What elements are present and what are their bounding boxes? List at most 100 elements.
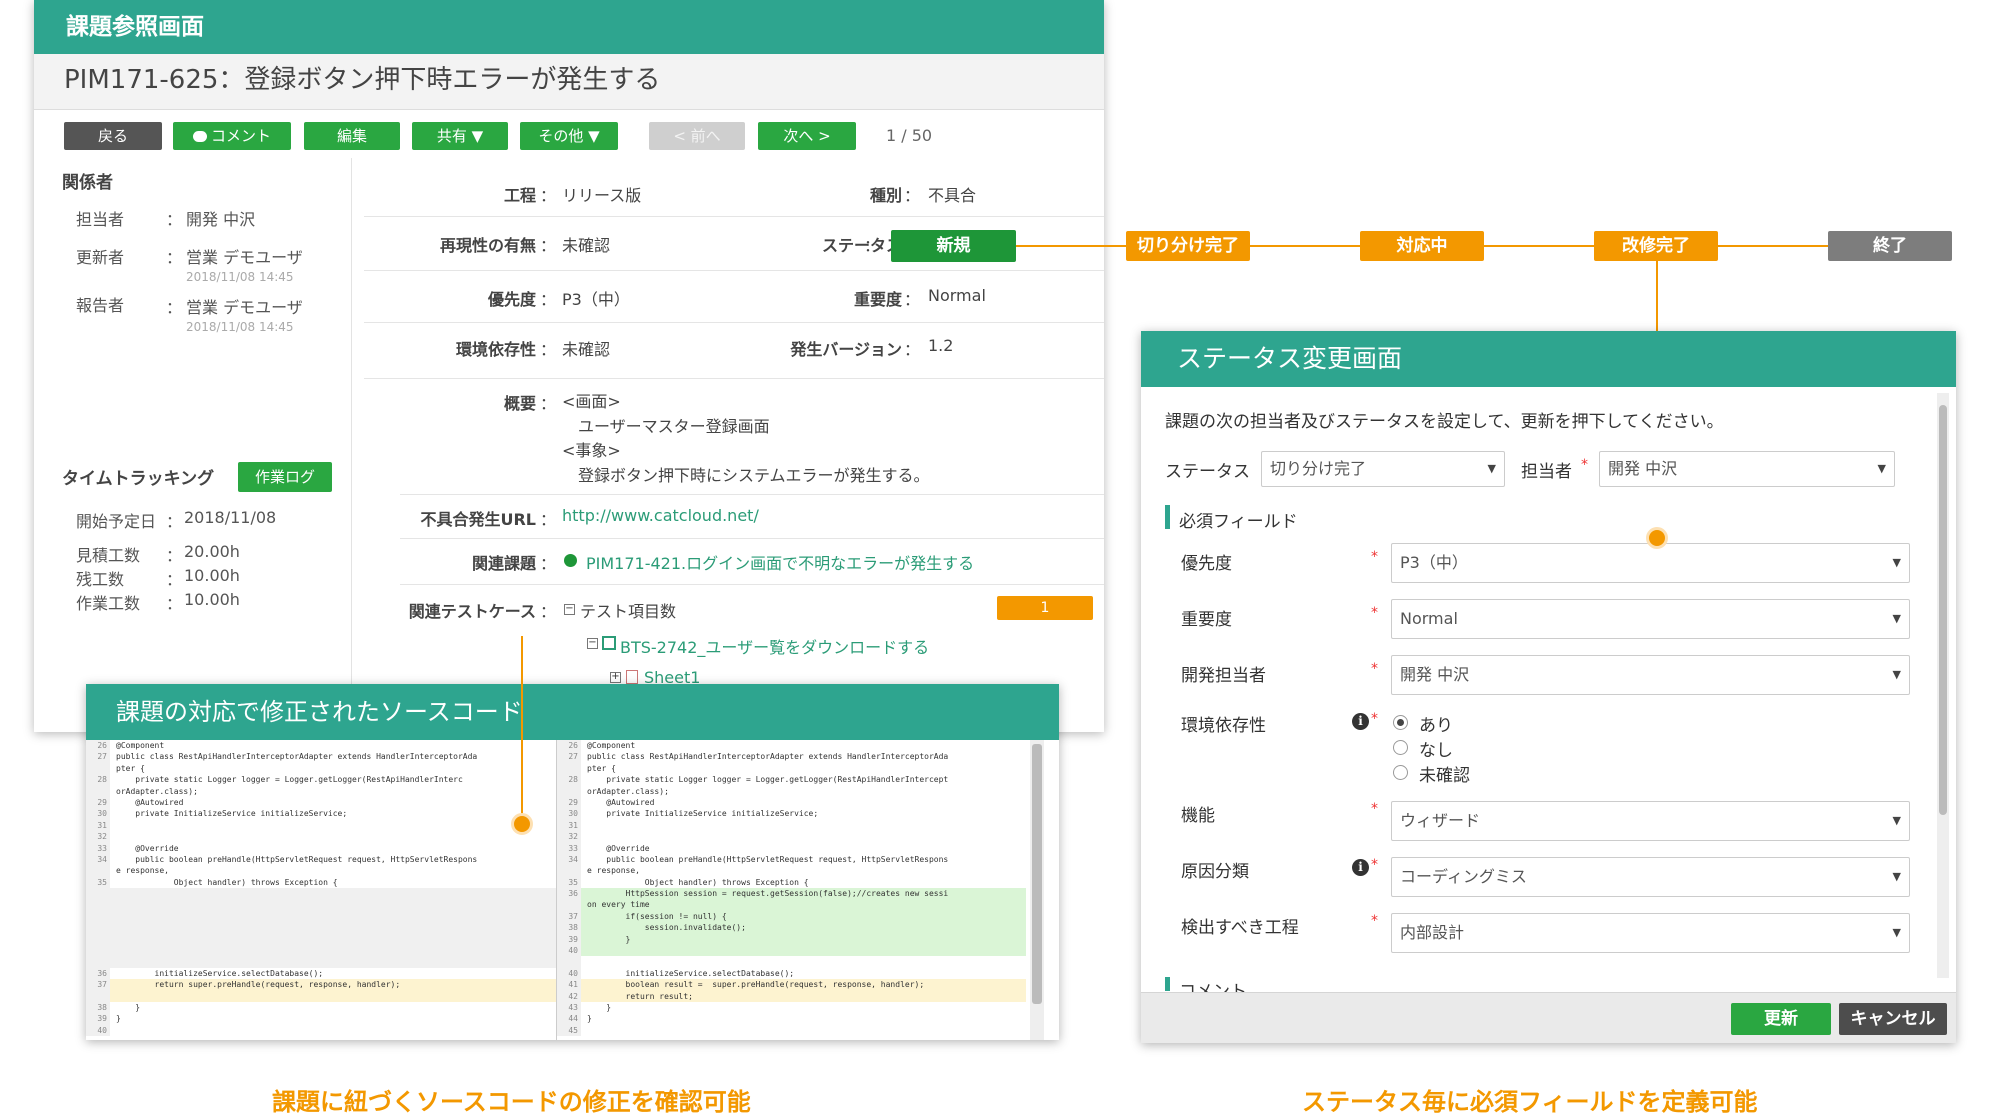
back-button[interactable]: 戻る <box>64 122 162 150</box>
start-label: 開始予定日 <box>76 512 157 531</box>
code-line <box>86 956 556 968</box>
line-number: 28 <box>86 774 110 786</box>
comment-section-title: コメント <box>1179 982 1247 992</box>
type-label: 種別 <box>869 186 902 205</box>
dialog-scrollbar-thumb[interactable] <box>1939 405 1947 815</box>
line-number: 40 <box>86 1024 110 1037</box>
severity-label: 重要度 <box>1181 610 1232 630</box>
colon: ： <box>540 340 557 359</box>
line-number: 42 <box>557 990 581 1002</box>
callout-connector <box>521 636 523 824</box>
code-line <box>86 922 556 934</box>
cancel-button[interactable]: キャンセル <box>1839 1003 1947 1035</box>
line-number <box>86 990 110 1002</box>
status-label: ステータス <box>1165 462 1250 482</box>
priority-label: 優先度 <box>1181 554 1232 574</box>
line-number: 43 <box>557 1001 581 1014</box>
share-button[interactable]: 共有 ▼ <box>412 122 508 150</box>
assignee-value: 開発 中沢 <box>186 210 256 229</box>
env-option-yes: あり <box>1419 716 1453 736</box>
colon: ： <box>166 512 183 531</box>
remaining-value: 10.00h <box>184 566 240 585</box>
colon: ： <box>166 248 183 267</box>
version-label: 発生バージョン <box>790 340 902 359</box>
line-number: 37 <box>86 979 110 991</box>
env-radio-no[interactable] <box>1393 740 1408 755</box>
line-number: 33 <box>557 842 581 854</box>
update-button[interactable]: 更新 <box>1731 1003 1831 1035</box>
env-dependency-value: 未確認 <box>562 340 611 359</box>
test-item-link[interactable]: BTS-2742_ユーザー覧をダウンロードする <box>620 634 929 658</box>
feature-select[interactable]: ウィザード ▼ <box>1391 801 1910 841</box>
severity-select[interactable]: Normal ▼ <box>1391 599 1910 639</box>
code-text: private InitializeService initializeServ… <box>116 809 348 819</box>
updated-at: 2018/11/08 14:45 <box>186 270 294 284</box>
code-line: 33 @Override <box>86 842 556 854</box>
code-line: 44} <box>557 1013 1026 1025</box>
code-text: HttpSession session = request.getSession… <box>587 889 949 899</box>
code-line: e response, <box>86 865 556 877</box>
detection-phase-select[interactable]: 内部設計 ▼ <box>1391 913 1910 953</box>
assignee-label: 担当者 <box>76 210 125 229</box>
code-line: 38 session.invalidate(); <box>557 922 1026 934</box>
line-number: 31 <box>557 819 581 832</box>
cause-select[interactable]: コーディングミス ▼ <box>1391 857 1910 897</box>
code-line: orAdapter.class); <box>557 785 1026 797</box>
line-number: 31 <box>86 819 110 832</box>
code-text: Object handler) throws Exception { <box>116 877 338 887</box>
dev-assignee-select[interactable]: 開発 中沢 ▼ <box>1391 655 1910 695</box>
code-text: return result; <box>587 991 693 1001</box>
chevron-down-icon: ▼ <box>1892 668 1901 681</box>
code-line <box>86 945 556 957</box>
code-line: 41 boolean result = super.preHandle(requ… <box>557 979 1026 991</box>
priority-select[interactable]: P3（中） ▼ <box>1391 543 1910 583</box>
code-text: if(session != null) { <box>587 911 727 921</box>
code-scrollbar-thumb[interactable] <box>1032 744 1042 1004</box>
colon: ： <box>166 594 183 613</box>
colon: ： <box>540 236 557 255</box>
other-button[interactable]: その他 ▼ <box>520 122 618 150</box>
env-radio-unconfirmed[interactable] <box>1393 765 1408 780</box>
assignee-select[interactable]: 開発 中沢 ▼ <box>1599 451 1895 487</box>
info-icon[interactable]: i <box>1352 859 1369 876</box>
bug-url-link[interactable]: http://www.catcloud.net/ <box>562 506 759 525</box>
related-issue-link[interactable]: PIM171-421.ログイン画面で不明なエラーが発生する <box>586 550 974 574</box>
status-window-header: ステータス変更画面 <box>1141 331 1956 387</box>
prev-button[interactable]: < 前へ <box>649 122 745 150</box>
colon: ： <box>540 186 557 205</box>
line-number: 29 <box>557 796 581 809</box>
test-root-label: テスト項目数 <box>580 602 677 621</box>
summary-line: <画面> <box>562 392 621 411</box>
issue-view-window: 課題参照画面 PIM171-625：登録ボタン押下時エラーが発生する 戻る コメ… <box>34 0 1104 732</box>
reporter-label: 報告者 <box>76 296 125 315</box>
env-radio-yes[interactable] <box>1393 715 1408 730</box>
colon: ： <box>540 554 557 573</box>
code-text: public boolean preHandle(HttpServletRequ… <box>116 854 478 864</box>
feature-select-value: ウィザード <box>1400 811 1481 830</box>
code-line: 29 @Autowired <box>86 796 556 809</box>
colon: ： <box>904 186 921 205</box>
comment-section-clip: コメント <box>1179 977 1247 992</box>
code-text: @Override <box>587 843 650 853</box>
priority-value: P3（中） <box>562 290 630 309</box>
code-text: pter { <box>116 763 145 773</box>
code-line: e response, <box>557 865 1026 877</box>
code-line: 31 <box>557 819 1026 832</box>
required-mark: * <box>1581 457 1588 473</box>
worklog-button[interactable]: 作業ログ <box>238 462 332 492</box>
process-value: リリース版 <box>562 186 642 205</box>
code-line: 26 @Component <box>86 740 556 752</box>
comment-button[interactable]: コメント <box>173 122 291 150</box>
required-section-title: 必須フィールド <box>1179 512 1298 532</box>
sheet-icon <box>626 670 638 684</box>
next-button[interactable]: 次へ > <box>758 122 856 150</box>
info-icon[interactable]: i <box>1352 713 1369 730</box>
code-text: e response, <box>587 866 640 876</box>
tree-expand-icon: + <box>610 671 621 683</box>
line-number: 32 <box>557 831 581 843</box>
detection-phase-select-value: 内部設計 <box>1400 923 1465 942</box>
code-text: e response, <box>116 866 169 876</box>
edit-button[interactable]: 編集 <box>304 122 400 150</box>
code-text: initializeService.selectDatabase(); <box>587 968 795 978</box>
status-select[interactable]: 切り分け完了 ▼ <box>1261 451 1505 487</box>
